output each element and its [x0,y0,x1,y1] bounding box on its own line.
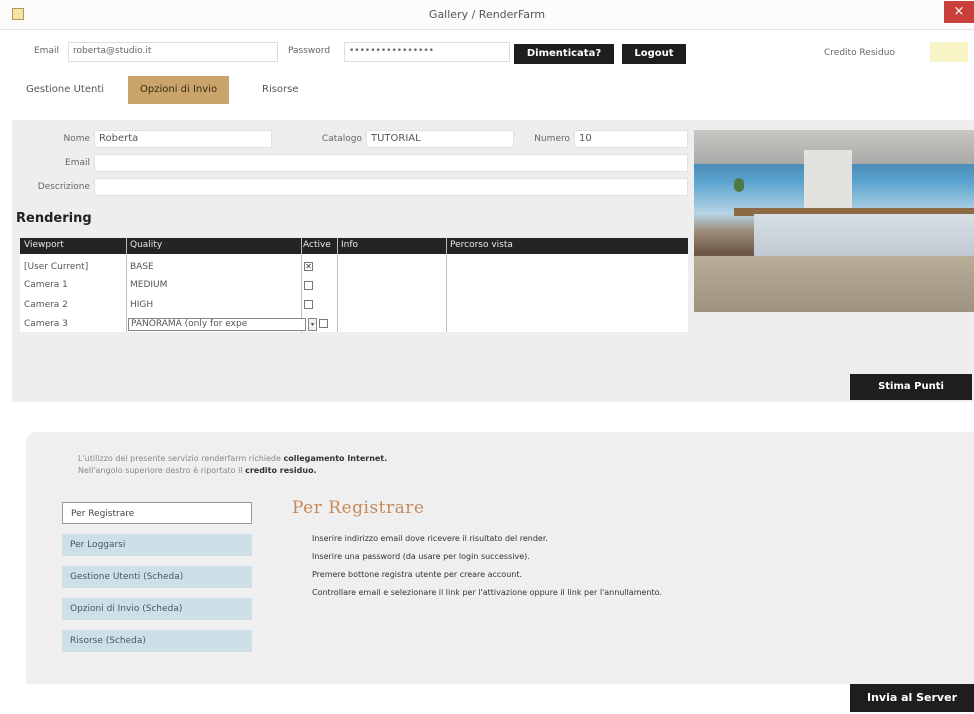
menu-gestione-utenti[interactable]: Gestione Utenti (Scheda) [62,566,252,588]
col-percorso-vista: Percorso vista [450,240,513,250]
description-field[interactable] [94,178,688,196]
close-button[interactable]: × [944,1,974,23]
credit-label: Credito Residuo [824,48,895,58]
send-to-server-button[interactable]: Invia al Server [850,684,974,712]
description-label: Descrizione [37,182,90,192]
catalog-input[interactable]: TUTORIAL [366,130,514,148]
active-checkbox[interactable] [319,319,328,328]
active-checkbox[interactable] [304,300,313,309]
tab-gestione-utenti[interactable]: Gestione Utenti [26,76,104,104]
footer-bar [0,684,974,714]
menu-per-loggarsi[interactable]: Per Loggarsi [62,534,252,556]
table-header: Viewport Quality Active Info Percorso vi… [20,238,688,254]
estimate-points-button[interactable]: Stima Punti [850,374,972,400]
quality-dropdown[interactable]: PANORAMA (only for expe [128,318,306,331]
col-active: Active [303,240,331,250]
quality-cell[interactable]: BASE [130,262,154,272]
step-1: Inserire indirizzo email dove ricevere i… [312,534,548,543]
col-divider [337,238,338,332]
step-3: Premere bottone registra utente per crea… [312,570,523,579]
menu-risorse[interactable]: Risorse (Scheda) [62,630,252,652]
viewport-cell: Camera 1 [24,280,68,290]
viewport-cell: Camera 2 [24,300,68,310]
step-4: Controllare email e selezionare il link … [312,588,662,597]
logout-button[interactable]: Logout [622,44,686,64]
active-checkbox[interactable]: ✕ [304,262,313,271]
active-checkbox[interactable] [304,281,313,290]
quality-cell[interactable]: MEDIUM [130,280,167,290]
info-line-1: L'utilizzo del presente servizio renderf… [78,454,388,463]
name-label: Nome [63,134,90,144]
login-row: Email roberta@studio.it Password •••••••… [0,34,974,70]
email-label: Email [34,46,59,56]
password-label: Password [288,46,331,56]
window-title: Gallery / RenderFarm [428,8,546,21]
info-line-2: Nell'angolo superiore destro è riportato… [78,466,317,475]
tab-risorse[interactable]: Risorse [262,76,299,104]
credit-badge [930,42,968,62]
menu-per-registrare[interactable]: Per Registrare [62,502,252,524]
password-input[interactable]: •••••••••••••••• [344,42,510,62]
number-input[interactable]: 10 [574,130,688,148]
chevron-down-icon[interactable]: ▾ [308,318,317,331]
col-viewport: Viewport [24,240,64,250]
email-field[interactable] [94,154,688,172]
col-info: Info [341,240,359,250]
forgot-password-button[interactable]: Dimenticata? [514,44,614,64]
viewport-cell: Camera 3 [24,319,68,329]
step-2: Inserire una password (da usare per logi… [312,552,530,561]
section-title: Per Registrare [292,498,425,518]
rendering-title: Rendering [16,211,92,226]
quality-cell[interactable]: HIGH [130,300,153,310]
viewport-cell: [User Current] [24,262,89,272]
tab-opzioni-invio[interactable]: Opzioni di Invio [128,76,230,104]
menu-opzioni-invio[interactable]: Opzioni di Invio (Scheda) [62,598,252,620]
catalog-label: Catalogo [321,134,362,144]
col-quality: Quality [130,240,163,250]
col-divider [446,238,447,332]
title-bar: Gallery / RenderFarm × [0,0,974,30]
email-input[interactable]: roberta@studio.it [68,42,278,62]
number-label: Numero [534,134,570,144]
col-divider [126,238,127,332]
name-input[interactable]: Roberta [94,130,272,148]
email-field-label: Email [65,158,90,168]
render-preview-image [694,130,974,312]
rendering-table: Viewport Quality Active Info Percorso vi… [20,238,688,332]
